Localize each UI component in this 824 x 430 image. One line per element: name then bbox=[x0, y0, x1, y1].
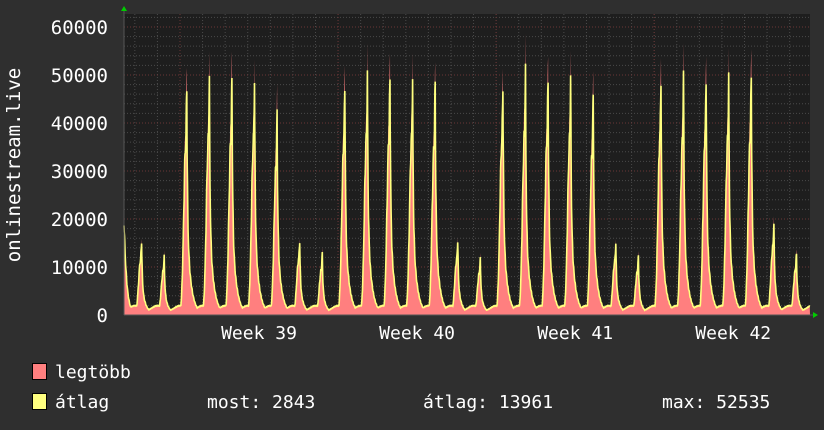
y-tick-label: 0 bbox=[97, 305, 108, 327]
legend-item-legtobb: legtöbb bbox=[32, 362, 131, 383]
x-tick-label: Week 41 bbox=[537, 323, 613, 344]
stat-average: átlag: 13961 bbox=[423, 392, 554, 413]
y-tick-label: 60000 bbox=[51, 17, 108, 39]
legend-swatch-avg bbox=[32, 393, 47, 410]
stat-current: most: 2843 bbox=[207, 392, 316, 413]
y-tick-label: 10000 bbox=[51, 257, 108, 279]
x-tick-label: Week 40 bbox=[379, 323, 455, 344]
legend-item-atlag: átlag bbox=[32, 392, 109, 413]
y-tick-label: 40000 bbox=[51, 113, 108, 135]
stat-max: max: 52535 bbox=[662, 392, 771, 413]
y-axis-label: onlinestream.live bbox=[3, 68, 25, 262]
x-tick-label: Week 42 bbox=[695, 323, 771, 344]
y-tick-label: 50000 bbox=[51, 65, 108, 87]
legend-label: legtöbb bbox=[55, 362, 131, 383]
x-axis-arrow-icon bbox=[813, 312, 818, 318]
x-tick-label: Week 39 bbox=[221, 323, 297, 344]
legend-label: átlag bbox=[55, 392, 110, 413]
y-tick-label: 30000 bbox=[51, 161, 108, 183]
y-tick-label: 20000 bbox=[51, 209, 108, 231]
legend-swatch-max bbox=[32, 363, 47, 380]
y-axis-arrow-icon bbox=[121, 6, 127, 11]
